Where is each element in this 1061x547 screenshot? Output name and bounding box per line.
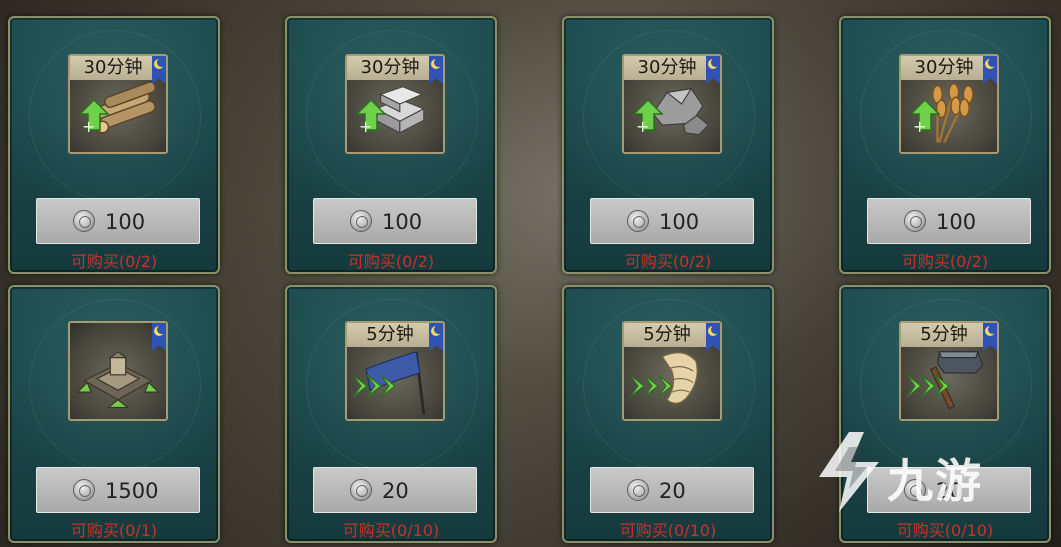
silver-coin-icon [904, 210, 926, 232]
silver-coin-icon [627, 479, 649, 501]
silver-coin-icon [627, 210, 649, 232]
item-icon-frame[interactable]: 30分钟 + [622, 54, 722, 154]
buy-button[interactable]: 1500 [36, 467, 200, 513]
item-icon-frame[interactable] [68, 321, 168, 421]
purchase-limit: 可购买(0/2) [901, 252, 989, 271]
item-icon-frame[interactable]: 5分钟 [899, 321, 999, 421]
purchase-limit: 可购买(0/2) [347, 252, 435, 271]
shop-card-grain: 30分钟 + 100 可购买(0/2) [839, 16, 1051, 274]
price-value: 100 [105, 210, 146, 234]
svg-text:+: + [913, 117, 926, 134]
price-value: 100 [936, 210, 977, 234]
watermark-text: 九游 [887, 454, 983, 508]
silver-coin-icon [350, 210, 372, 232]
double-arrow-icon [630, 374, 673, 398]
shop-card-wood: 30分钟 + 100 可购买(0/2) [8, 16, 220, 274]
site-watermark-logo: 九游 [809, 427, 1019, 517]
duration-label: 5分钟 [901, 323, 987, 347]
item-icon-frame[interactable]: 5分钟 [345, 321, 445, 421]
price-value: 1500 [105, 479, 159, 503]
silver-coin-icon [73, 479, 95, 501]
price-value: 20 [382, 479, 409, 503]
purchase-limit: 可购买(0/10) [619, 521, 717, 540]
purchase-limit: 可购买(0/10) [896, 521, 994, 540]
shop-card-iron: 30分钟 + 100 可购买(0/2) [285, 16, 497, 274]
shop-card-recruit: 5分钟 20 可购买(0/10) [562, 285, 774, 543]
item-icon-frame[interactable]: 30分钟 + [68, 54, 168, 154]
buy-button[interactable]: 20 [313, 467, 477, 513]
shop-card-stone: 30分钟 + 100 可购买(0/2) [562, 16, 774, 274]
silver-coin-icon [73, 210, 95, 232]
silver-coin-icon [350, 479, 372, 501]
duration-label: 5分钟 [347, 323, 433, 347]
svg-text:+: + [359, 117, 372, 134]
buy-button[interactable]: 20 [590, 467, 754, 513]
duration-label: 30分钟 [70, 56, 156, 80]
double-arrow-icon [353, 374, 396, 398]
buy-button[interactable]: 100 [36, 198, 200, 244]
item-icon-frame[interactable]: 30分钟 + [345, 54, 445, 154]
purchase-limit: 可购买(0/1) [70, 521, 158, 540]
price-value: 20 [659, 479, 686, 503]
svg-text:+: + [636, 117, 649, 134]
boost-arrow-icon: + [911, 100, 941, 134]
item-icon-frame[interactable]: 30分钟 + [899, 54, 999, 154]
buy-button[interactable]: 100 [590, 198, 754, 244]
boost-arrow-icon: + [634, 100, 664, 134]
purchase-limit: 可购买(0/10) [342, 521, 440, 540]
price-value: 100 [382, 210, 423, 234]
duration-label: 30分钟 [347, 56, 433, 80]
purchase-limit: 可购买(0/2) [624, 252, 712, 271]
purchase-limit: 可购买(0/2) [70, 252, 158, 271]
buy-button[interactable]: 100 [867, 198, 1031, 244]
duration-label: 5分钟 [624, 323, 710, 347]
double-arrow-icon [907, 374, 950, 398]
fortress-icon [76, 351, 160, 409]
watermark-logo-icon [819, 432, 879, 512]
duration-label: 30分钟 [624, 56, 710, 80]
boost-arrow-icon: + [357, 100, 387, 134]
duration-label: 30分钟 [901, 56, 987, 80]
boost-arrow-icon: + [80, 100, 110, 134]
price-value: 100 [659, 210, 700, 234]
shop-card-march: 5分钟 20 可购买(0/10) [285, 285, 497, 543]
item-icon-frame[interactable]: 5分钟 [622, 321, 722, 421]
svg-text:+: + [82, 117, 95, 134]
buy-button[interactable]: 100 [313, 198, 477, 244]
shop-card-fortress: 1500 可购买(0/1) [8, 285, 220, 543]
